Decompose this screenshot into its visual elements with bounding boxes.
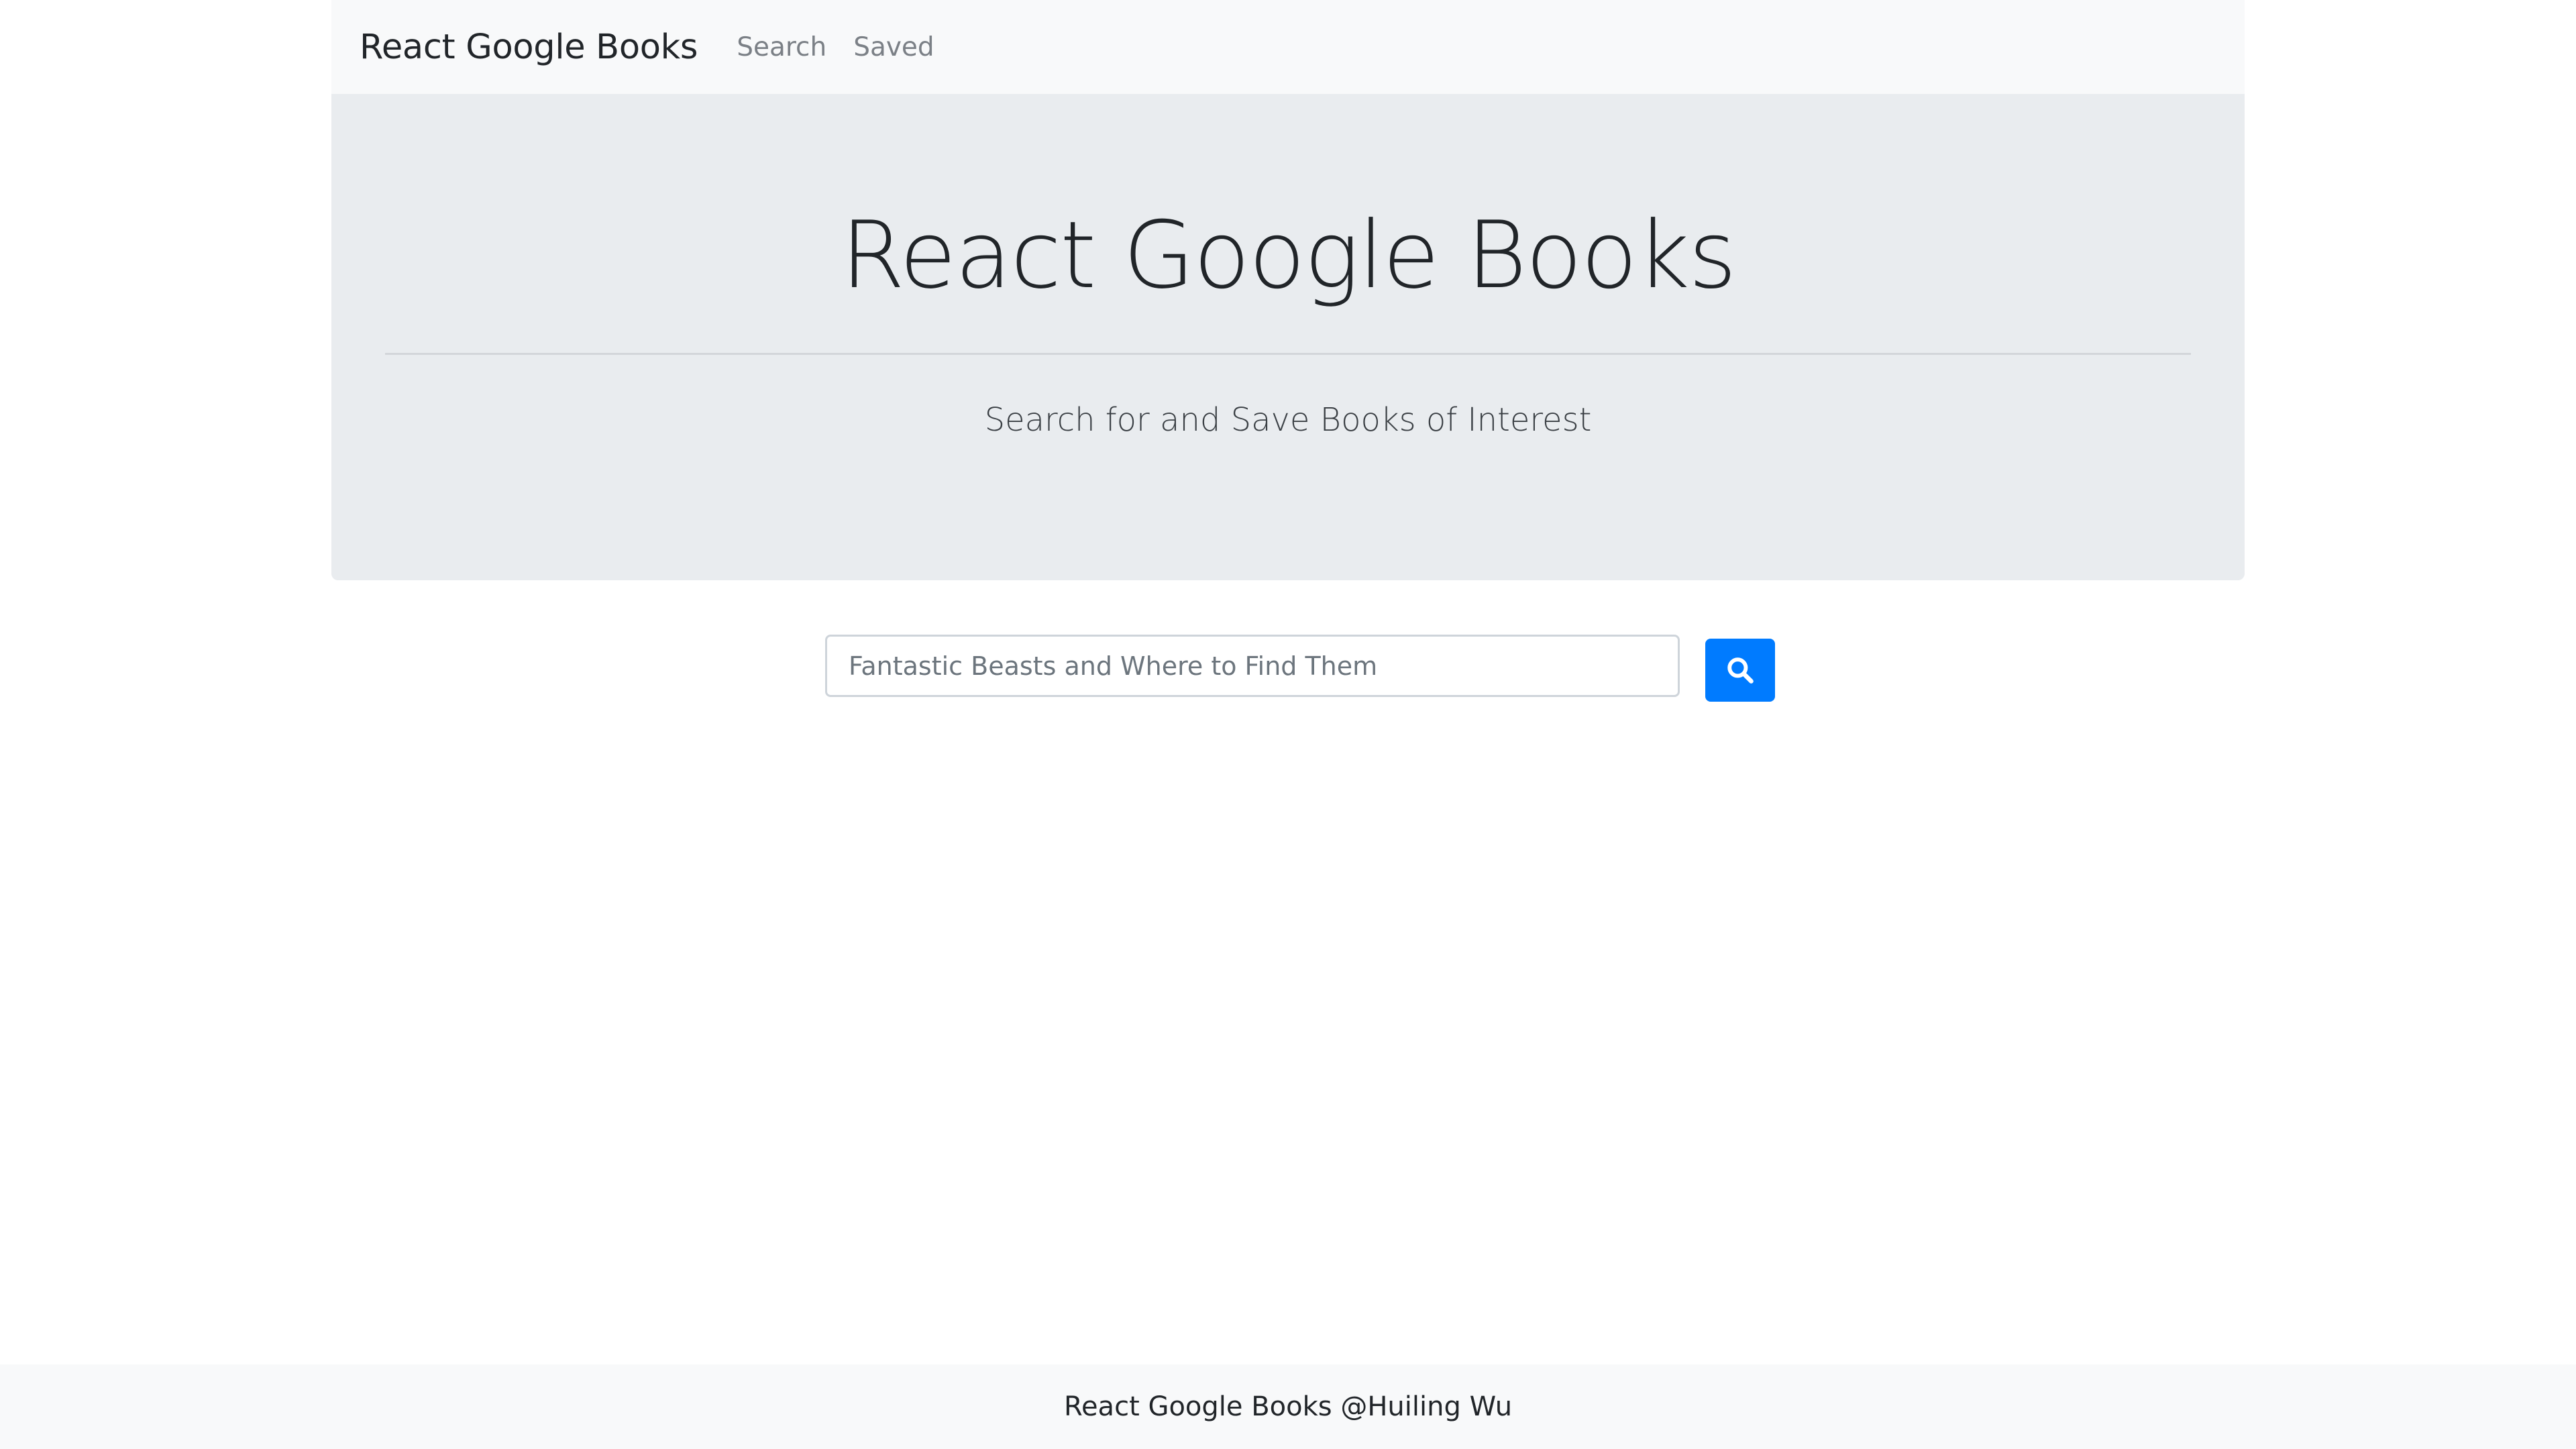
page-title: React Google Books: [841, 201, 1737, 309]
search-button[interactable]: [1705, 639, 1775, 702]
nav-link-saved[interactable]: Saved: [853, 32, 934, 62]
navbar-brand[interactable]: React Google Books: [360, 28, 698, 67]
navbar: React Google Books Search Saved: [331, 0, 2245, 94]
footer: React Google Books @Huiling Wu: [0, 1364, 2576, 1449]
jumbotron: React Google Books Search for and Save B…: [331, 94, 2245, 580]
page-subtitle: Search for and Save Books of Interest: [984, 401, 1592, 439]
footer-text: React Google Books @Huiling Wu: [1063, 1391, 1513, 1422]
jumbotron-divider: [385, 353, 2191, 355]
search-icon: [1727, 657, 1754, 684]
nav-link-search[interactable]: Search: [737, 32, 826, 62]
search-input[interactable]: [825, 635, 1680, 697]
